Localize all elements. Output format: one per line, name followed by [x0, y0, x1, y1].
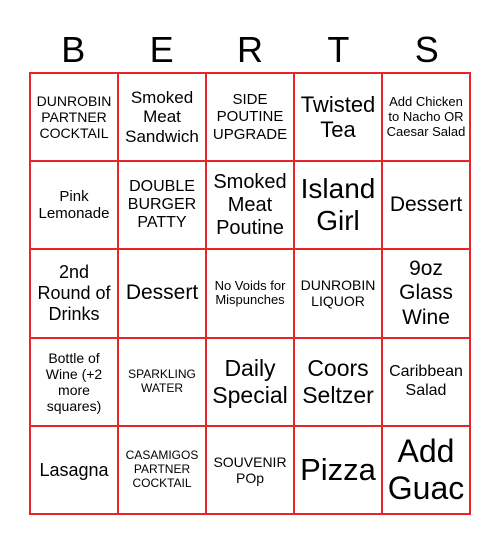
bingo-cell[interactable]: CASAMIGOS PARTNER COCKTAIL: [118, 425, 206, 514]
header-letter: R: [236, 29, 263, 70]
bingo-cell[interactable]: Lasagna: [30, 425, 118, 514]
bingo-grid: DUNROBIN PARTNER COCKTAIL Smoked Meat San…: [29, 72, 471, 515]
header-letter: S: [414, 29, 439, 70]
bingo-cell[interactable]: Dessert: [118, 249, 206, 338]
bingo-cell[interactable]: DUNROBIN PARTNER COCKTAIL: [30, 73, 118, 162]
bingo-cell[interactable]: SIDE POUTINE UPGRADE: [206, 73, 294, 162]
bingo-cell[interactable]: Dessert: [382, 161, 470, 250]
bingo-cell[interactable]: Smoked Meat Sandwich: [118, 73, 206, 162]
header-letter: E: [149, 29, 174, 70]
bingo-cell[interactable]: DUNROBIN LIQUOR: [294, 249, 382, 338]
bingo-cell[interactable]: Caribbean Salad: [382, 337, 470, 426]
bingo-cell[interactable]: Smoked Meat Poutine: [206, 161, 294, 250]
header-letter: T: [327, 29, 350, 70]
bingo-cell[interactable]: No Voids for Mispunches: [206, 249, 294, 338]
bingo-cell[interactable]: Pink Lemonade: [30, 161, 118, 250]
bingo-cell[interactable]: Bottle of Wine (+2 more squares): [30, 337, 118, 426]
header-letter: B: [61, 29, 86, 70]
bingo-cell[interactable]: DOUBLE BURGER PATTY: [118, 161, 206, 250]
bingo-cell[interactable]: 2nd Round of Drinks: [30, 249, 118, 338]
bingo-cell[interactable]: Pizza: [294, 425, 382, 514]
bingo-cell[interactable]: 9oz Glass Wine: [382, 249, 470, 338]
bingo-cell[interactable]: Twisted Tea: [294, 73, 382, 162]
bingo-cell[interactable]: SOUVENIR POp: [206, 425, 294, 514]
bingo-cell[interactable]: SPARKLING WATER: [118, 337, 206, 426]
bingo-cell[interactable]: Daily Special: [206, 337, 294, 426]
bingo-cell[interactable]: Add Guac: [382, 425, 470, 514]
bingo-cell[interactable]: Island Girl: [294, 161, 382, 250]
bingo-header: BERTS: [29, 28, 471, 72]
bingo-cell[interactable]: Coors Seltzer: [294, 337, 382, 426]
bingo-cell[interactable]: Add Chicken to Nacho OR Caesar Salad: [382, 73, 470, 162]
